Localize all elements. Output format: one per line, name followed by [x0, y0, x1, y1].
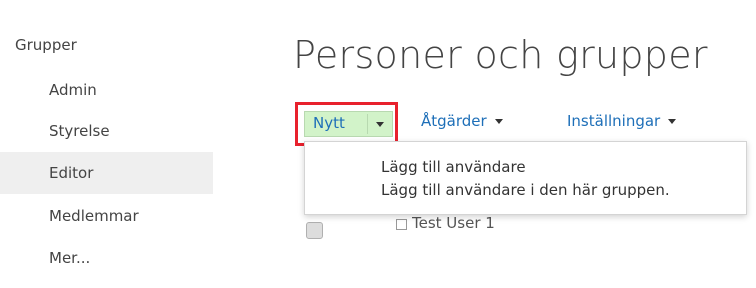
sidebar-item-styrelse[interactable]: Styrelse	[0, 110, 213, 152]
caret-down-icon	[494, 119, 503, 124]
new-button[interactable]: Nytt	[304, 111, 393, 137]
new-dropdown-menu: Lägg till användare Lägg till användare …	[304, 141, 747, 215]
select-row-checkbox[interactable]	[306, 222, 323, 239]
sidebar-heading[interactable]: Grupper	[15, 36, 77, 54]
actions-menu-label: Åtgärder	[421, 112, 487, 130]
menu-item-add-user[interactable]: Lägg till användare	[381, 158, 526, 176]
sidebar-item-editor[interactable]: Editor	[0, 152, 213, 194]
caret-down-icon	[376, 122, 384, 127]
actions-menu-button[interactable]: Åtgärder	[421, 112, 503, 130]
menu-item-add-user-to-group[interactable]: Lägg till användare i den här gruppen.	[381, 181, 670, 199]
list-item-user[interactable]: Test User 1	[412, 214, 495, 233]
sidebar: Grupper Admin Styrelse Editor Medlemmar …	[0, 0, 213, 288]
user-checkbox[interactable]	[396, 219, 407, 230]
sidebar-item-medlemmar[interactable]: Medlemmar	[0, 195, 213, 237]
sidebar-item-more[interactable]: Mer...	[0, 237, 213, 279]
new-button-highlight: Nytt	[295, 102, 398, 146]
new-button-label[interactable]: Nytt	[313, 114, 345, 132]
sidebar-item-admin[interactable]: Admin	[0, 69, 213, 111]
caret-down-icon	[668, 119, 677, 124]
new-dropdown-toggle[interactable]	[368, 112, 393, 136]
settings-menu-button[interactable]: Inställningar	[567, 112, 677, 130]
settings-menu-label: Inställningar	[567, 112, 661, 130]
page-title: Personer och grupper	[293, 33, 708, 77]
